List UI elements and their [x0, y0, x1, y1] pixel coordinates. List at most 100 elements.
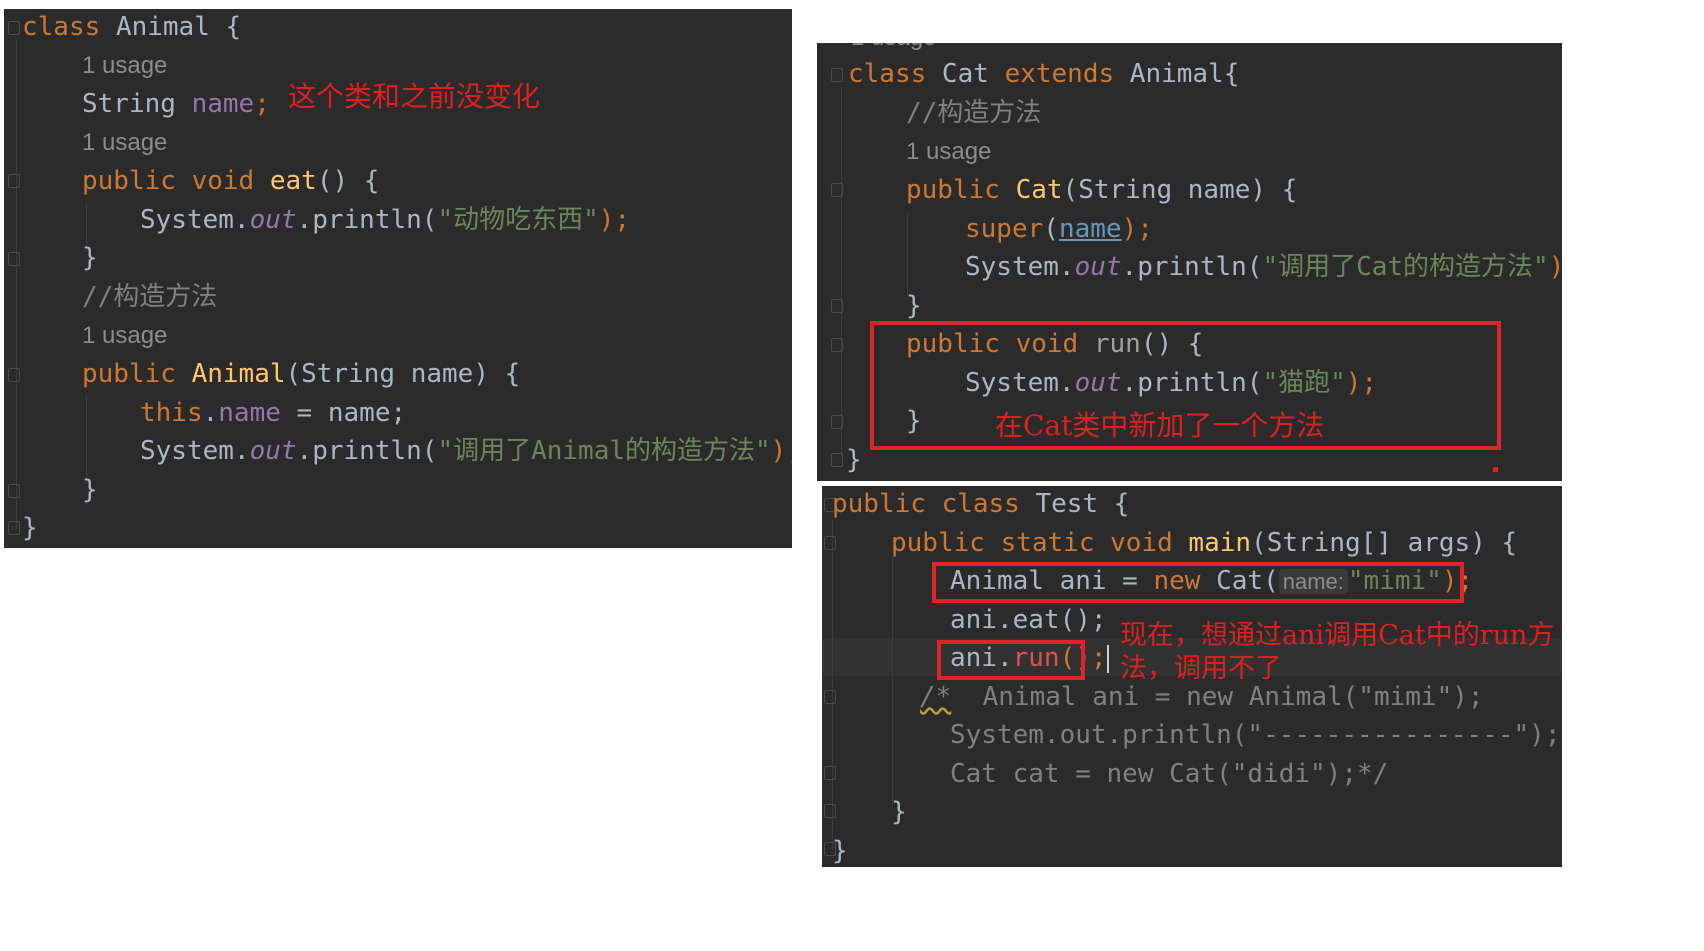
- dot: .: [202, 398, 219, 428]
- fold-marker-icon[interactable]: [8, 484, 20, 498]
- fold-marker-icon[interactable]: [831, 68, 843, 82]
- call: .println(: [296, 436, 438, 466]
- keyword: public static void: [891, 528, 1173, 558]
- semicolon: ;: [254, 89, 270, 119]
- code-line[interactable]: public void eat() {: [82, 161, 792, 201]
- keyword: class: [848, 59, 927, 89]
- indent-guide: [907, 213, 908, 295]
- paren: (: [1043, 214, 1059, 244]
- annotation-note: 在Cat类中新加了一个方法: [995, 409, 1325, 442]
- keyword: public: [906, 175, 1000, 205]
- text-caret: [1106, 644, 1109, 673]
- code-line[interactable]: System.out.println("调用了Cat的构造方法");: [965, 247, 1562, 287]
- comment-line[interactable]: Cat cat = new Cat("didi");*/: [950, 754, 1562, 794]
- fold-marker-icon[interactable]: [824, 766, 836, 780]
- animal-code-panel: class Animal { 1 usage String name; 1 us…: [4, 9, 792, 548]
- comment-line[interactable]: System.out.println("----------------");: [950, 715, 1562, 755]
- field-name: name: [191, 89, 255, 119]
- out-field: out: [249, 436, 297, 466]
- method-name: Animal: [191, 359, 286, 389]
- call: .println(: [1121, 252, 1263, 282]
- field-name: name: [218, 398, 281, 428]
- indent-guide: [16, 39, 17, 529]
- end: );: [1549, 252, 1562, 282]
- code-line[interactable]: System.out.println("调用了Animal的构造方法");: [140, 431, 792, 471]
- brace: {: [225, 12, 242, 42]
- usage-hint[interactable]: 1 usage: [82, 123, 792, 163]
- cat-code-panel: 1 usage class Cat extends Animal{ //构造方法…: [817, 43, 1562, 481]
- fold-marker-icon[interactable]: [831, 183, 843, 197]
- code-line[interactable]: }: [82, 470, 792, 510]
- class-name: Test {: [1019, 489, 1130, 519]
- param-link[interactable]: name: [1059, 214, 1122, 244]
- assign: = name;: [280, 398, 407, 428]
- fold-marker-icon[interactable]: [824, 804, 836, 818]
- fold-marker-icon[interactable]: [824, 536, 836, 550]
- class-name: Animal: [115, 12, 210, 42]
- comment-line[interactable]: //构造方法: [82, 277, 792, 317]
- code-line[interactable]: public class Test {: [832, 486, 1562, 524]
- code-line[interactable]: public Cat(String name) {: [906, 170, 1562, 210]
- end: );: [598, 205, 631, 235]
- annotation-note: 现在，想通过ani调用Cat中的run方: [1120, 620, 1555, 651]
- annotation-note: 这个类和之前没变化: [288, 80, 541, 113]
- indent-guide: [841, 87, 842, 457]
- params: (String[] args) {: [1251, 528, 1518, 558]
- system: System.: [140, 436, 250, 466]
- fold-marker-icon[interactable]: [831, 415, 843, 429]
- usage-hint[interactable]: 1 usage: [82, 316, 792, 356]
- end: );: [1121, 214, 1153, 244]
- fold-marker-icon[interactable]: [831, 453, 843, 467]
- test-code-panel: public class Test { public static void m…: [822, 486, 1562, 867]
- end: );: [770, 436, 792, 466]
- call: .println(: [296, 205, 438, 235]
- fold-marker-icon[interactable]: [8, 252, 20, 266]
- indent-guide: [832, 520, 833, 850]
- system: System.: [140, 205, 250, 235]
- keyword: public: [82, 359, 176, 389]
- params: () {: [316, 166, 380, 196]
- code-line[interactable]: }: [891, 792, 1562, 832]
- method-name: main: [1188, 528, 1252, 558]
- code-line[interactable]: super(name);: [965, 209, 1562, 249]
- comment-text: Animal ani = new Animal("mimi");: [951, 682, 1484, 712]
- fold-marker-icon[interactable]: [8, 174, 20, 188]
- string-literal: "动物吃东西": [437, 205, 599, 235]
- fold-marker-icon[interactable]: [8, 521, 20, 535]
- code-line[interactable]: public Animal(String name) {: [82, 354, 792, 394]
- super-keyword: super: [965, 214, 1044, 244]
- keyword: public void: [82, 166, 255, 196]
- code-line[interactable]: System.out.println("动物吃东西");: [140, 200, 792, 240]
- fold-marker-icon[interactable]: [8, 21, 20, 35]
- eat-call: ani.eat();: [950, 605, 1107, 635]
- out-field: out: [249, 205, 297, 235]
- method-name: eat: [269, 166, 317, 196]
- fold-marker-icon[interactable]: [824, 690, 836, 704]
- code-line[interactable]: }: [82, 238, 792, 278]
- annotation-note: 法，调用不了: [1120, 653, 1282, 684]
- extends-keyword: extends: [1004, 59, 1115, 89]
- code-line[interactable]: this.name = name;: [140, 393, 792, 433]
- comment-line[interactable]: //构造方法: [906, 93, 1562, 133]
- string-literal: "调用了Animal的构造方法": [437, 436, 771, 466]
- highlight-box: [937, 640, 1085, 680]
- fold-marker-icon[interactable]: [8, 368, 20, 382]
- code-line[interactable]: public static void main(String[] args) {: [891, 523, 1562, 563]
- code-line[interactable]: class Cat extends Animal{: [848, 54, 1562, 94]
- usage-hint[interactable]: 1 usage: [906, 132, 1562, 172]
- out-field: out: [1074, 252, 1122, 282]
- code-line[interactable]: }: [832, 831, 1562, 867]
- code-line[interactable]: }: [906, 286, 1562, 326]
- keyword: class: [22, 12, 101, 42]
- params: (String name) {: [285, 359, 521, 389]
- highlight-box: [932, 562, 1464, 603]
- superclass: Animal{: [1114, 59, 1240, 89]
- method-name: Cat: [1015, 175, 1063, 205]
- fold-marker-icon[interactable]: [831, 338, 843, 352]
- string-literal: "调用了Cat的构造方法": [1262, 252, 1549, 282]
- code-line[interactable]: class Animal {: [22, 9, 792, 47]
- type: String: [82, 89, 176, 119]
- params: (String name) {: [1062, 175, 1298, 205]
- code-line[interactable]: }: [22, 508, 792, 548]
- fold-marker-icon[interactable]: [831, 299, 843, 313]
